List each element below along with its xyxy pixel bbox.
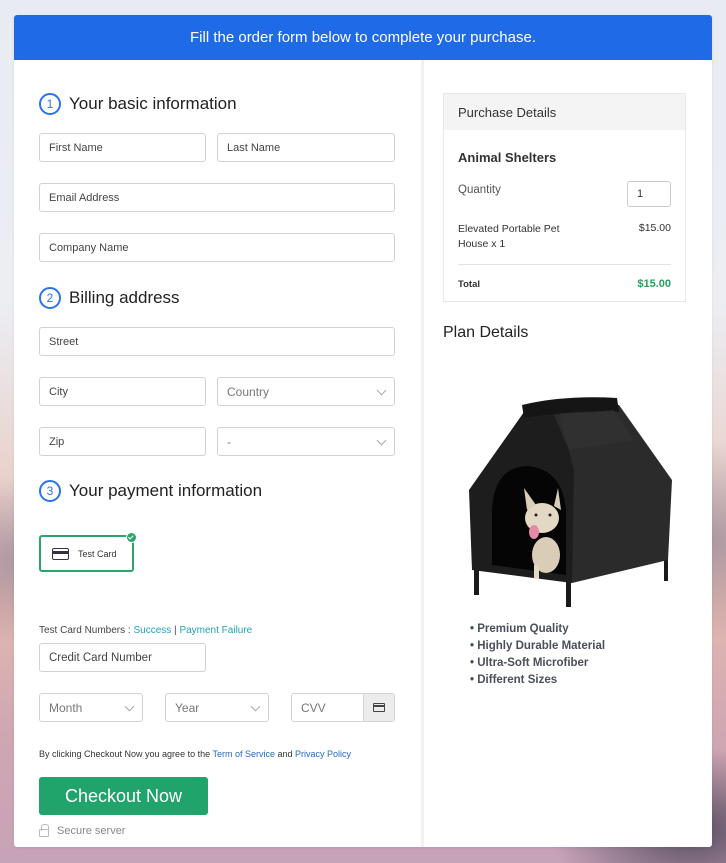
top-banner: Fill the order form below to complete yo… bbox=[14, 15, 712, 60]
plan-details-title: Plan Details bbox=[443, 324, 529, 341]
credit-card-icon bbox=[373, 703, 385, 712]
feature-item: Different Sizes bbox=[470, 672, 605, 689]
section-payment-info: 3 Your payment information bbox=[39, 480, 262, 502]
payment-failure-link[interactable]: Payment Failure bbox=[179, 625, 252, 636]
zip-field[interactable]: Zip bbox=[39, 427, 206, 456]
section-title: Your basic information bbox=[69, 94, 237, 113]
purchase-details-header: Purchase Details bbox=[444, 94, 685, 130]
step-number-2: 2 bbox=[39, 287, 61, 309]
check-circle-icon bbox=[126, 532, 137, 543]
last-name-field[interactable]: Last Name bbox=[217, 133, 395, 162]
country-select[interactable]: Country bbox=[217, 377, 395, 406]
step-number-1: 1 bbox=[39, 93, 61, 115]
test-card-numbers: Test Card Numbers : Success | Payment Fa… bbox=[39, 625, 252, 636]
lock-icon bbox=[39, 824, 49, 837]
company-name-field[interactable]: Company Name bbox=[39, 233, 395, 262]
privacy-policy-link[interactable]: Privacy Policy bbox=[295, 749, 351, 759]
month-select[interactable]: Month bbox=[39, 693, 143, 722]
city-field[interactable]: City bbox=[39, 377, 206, 406]
section-title: Billing address bbox=[69, 288, 180, 307]
checkout-now-button[interactable]: Checkout Now bbox=[39, 777, 208, 815]
cvv-field[interactable]: CVV bbox=[291, 693, 395, 722]
first-name-field[interactable]: First Name bbox=[39, 133, 206, 162]
chevron-down-icon bbox=[376, 385, 387, 396]
terms-agreement: By clicking Checkout Now you agree to th… bbox=[39, 749, 351, 759]
product-image bbox=[469, 397, 672, 607]
agreement-prefix: By clicking Checkout Now you agree to th… bbox=[39, 749, 213, 759]
feature-item: Ultra-Soft Microfiber bbox=[470, 655, 605, 672]
agreement-middle: and bbox=[274, 749, 295, 759]
total-label: Total bbox=[458, 279, 480, 290]
quantity-label: Quantity bbox=[458, 184, 501, 196]
summary-divider bbox=[458, 264, 671, 265]
country-select-value: Country bbox=[227, 384, 270, 399]
terms-of-service-link[interactable]: Term of Service bbox=[212, 749, 275, 759]
plan-features-list: Premium Quality Highly Durable Material … bbox=[470, 621, 605, 689]
order-summary: Purchase Details Animal Shelters Quantit… bbox=[424, 60, 712, 847]
feature-item: Highly Durable Material bbox=[470, 638, 605, 655]
order-form: 1 Your basic information First Name Last… bbox=[14, 60, 422, 847]
secure-server-note: Secure server bbox=[39, 824, 126, 837]
line-item-description: Elevated Portable Pet House x 1 bbox=[458, 223, 560, 250]
credit-card-icon bbox=[52, 547, 69, 560]
test-numbers-label: Test Card Numbers : bbox=[39, 625, 134, 636]
state-select[interactable]: - bbox=[217, 427, 395, 456]
product-name: Animal Shelters bbox=[458, 150, 557, 165]
quantity-input[interactable]: 1 bbox=[627, 181, 671, 207]
feature-item: Premium Quality bbox=[470, 621, 605, 638]
section-basic-info: 1 Your basic information bbox=[39, 93, 237, 115]
year-select-value: Year bbox=[175, 700, 200, 715]
street-field[interactable]: Street bbox=[39, 327, 395, 356]
purchase-details-box: Purchase Details Animal Shelters Quantit… bbox=[443, 93, 686, 302]
chevron-down-icon bbox=[124, 701, 135, 712]
state-select-value: - bbox=[227, 434, 231, 449]
secure-server-label: Secure server bbox=[57, 825, 126, 837]
year-select[interactable]: Year bbox=[165, 693, 269, 722]
cvv-help-button[interactable] bbox=[363, 694, 394, 721]
credit-card-number-field[interactable]: Credit Card Number bbox=[39, 643, 206, 672]
total-value: $15.00 bbox=[637, 278, 671, 290]
payment-method-label: Test Card bbox=[78, 548, 117, 559]
email-field[interactable]: Email Address bbox=[39, 183, 395, 212]
cvv-placeholder: CVV bbox=[301, 700, 326, 715]
chevron-down-icon bbox=[376, 435, 387, 446]
section-billing-address: 2 Billing address bbox=[39, 287, 180, 309]
payment-method-test-card[interactable]: Test Card bbox=[39, 532, 137, 572]
success-link[interactable]: Success bbox=[133, 625, 171, 636]
chevron-down-icon bbox=[250, 701, 261, 712]
step-number-3: 3 bbox=[39, 480, 61, 502]
order-form-card: Fill the order form below to complete yo… bbox=[14, 15, 712, 847]
month-select-value: Month bbox=[49, 700, 83, 715]
section-title: Your payment information bbox=[69, 481, 263, 500]
line-item-price: $15.00 bbox=[638, 222, 671, 234]
